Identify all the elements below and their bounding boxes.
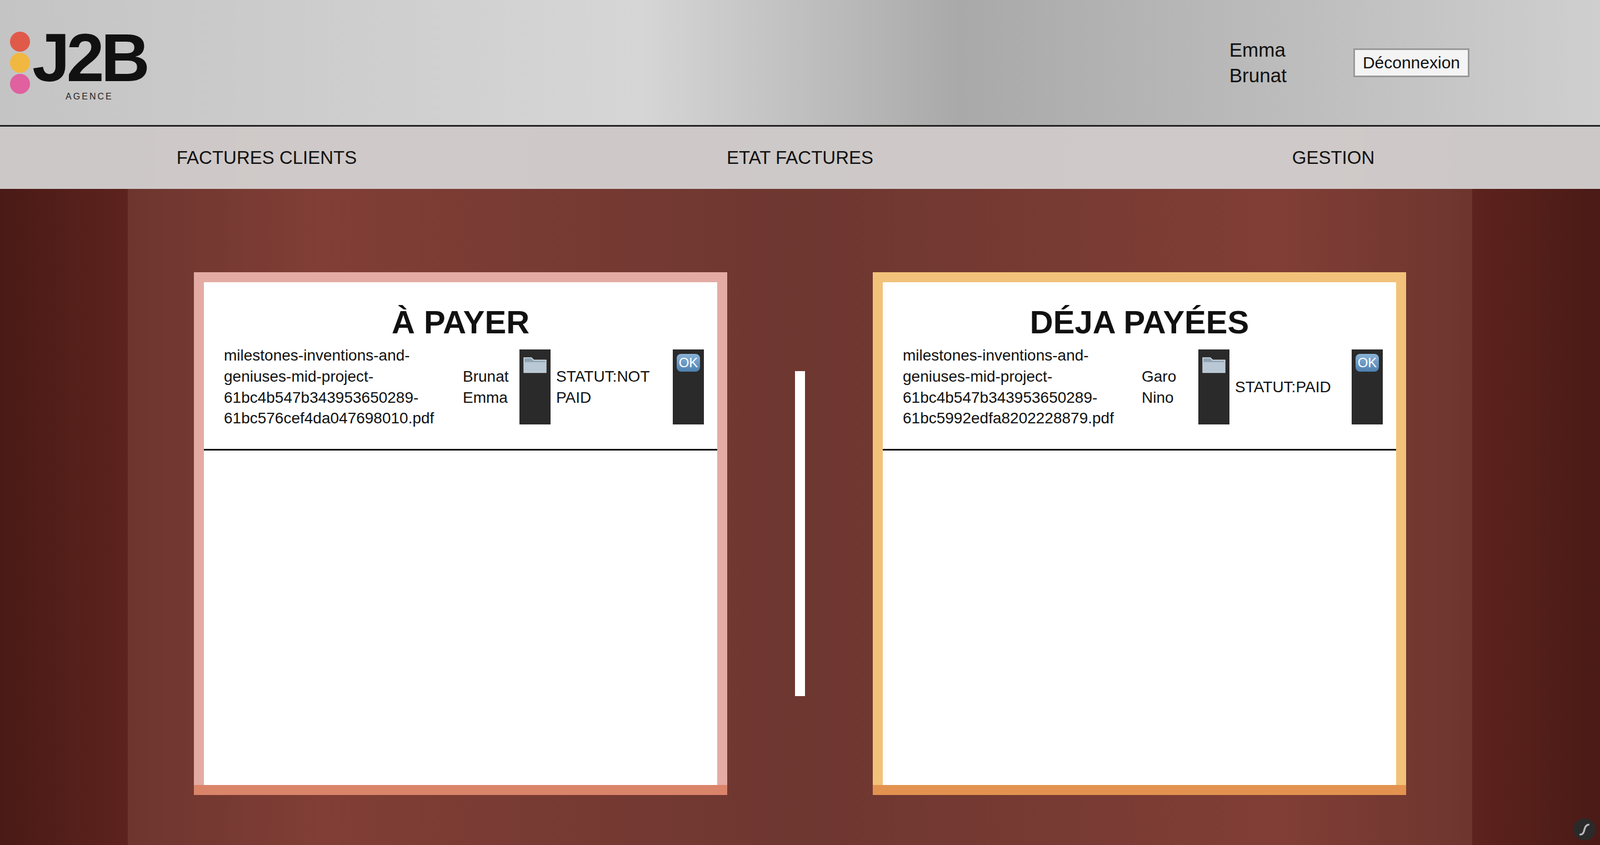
- nav-item[interactable]: GESTION: [1066, 147, 1600, 169]
- page: J2BAGENCE EmmaBrunat Déconnexion FACTURES C…: [0, 0, 1600, 845]
- logout-button[interactable]: Déconnexion: [1353, 48, 1470, 78]
- nav-item[interactable]: FACTURES CLIENTS: [0, 147, 534, 169]
- nav-item[interactable]: ETAT FACTURES: [533, 147, 1067, 169]
- invoice-row: milestones-inventions-and-geniuses-mid-p…: [203, 345, 718, 451]
- invoice-client: Garo Nino: [1141, 366, 1193, 409]
- invoice-status: STATUT:NOT PAID: [556, 366, 668, 409]
- invoice-card: À PAYERmilestones-inventions-and-geniuse…: [193, 272, 728, 795]
- open-folder-button[interactable]: [519, 349, 551, 425]
- header: J2BAGENCE EmmaBrunat Déconnexion: [0, 0, 1600, 127]
- folder-icon: [1201, 353, 1227, 374]
- open-folder-button[interactable]: [1198, 349, 1230, 425]
- card-title: DÉJA PAYÉES: [882, 282, 1397, 345]
- nav-bar: FACTURES CLIENTSETAT FACTURESGESTION: [0, 126, 1600, 189]
- invoice-file: milestones-inventions-and-geniuses-mid-p…: [902, 345, 1137, 429]
- logo-subtitle: AGENCE: [65, 91, 114, 102]
- card-title: À PAYER: [203, 282, 718, 345]
- ok-button[interactable]: OK: [1351, 349, 1383, 425]
- ok-badge: OK: [676, 353, 701, 372]
- content-panel: À PAYERmilestones-inventions-and-geniuse…: [127, 188, 1473, 845]
- invoice-status: STATUT:PAID: [1235, 376, 1347, 398]
- divider: [795, 371, 805, 697]
- user-name: EmmaBrunat: [1229, 37, 1287, 88]
- invoice-client: Brunat Emma: [462, 366, 514, 409]
- logo[interactable]: J2BAGENCE: [10, 23, 147, 102]
- invoice-file: milestones-inventions-and-geniuses-mid-p…: [223, 345, 458, 429]
- symfony-icon[interactable]: [1572, 817, 1597, 842]
- ok-badge: OK: [1355, 353, 1380, 372]
- folder-icon: [522, 353, 548, 374]
- ok-button[interactable]: OK: [672, 349, 704, 425]
- stage-background: À PAYERmilestones-inventions-and-geniuse…: [0, 188, 1600, 845]
- invoice-row: milestones-inventions-and-geniuses-mid-p…: [882, 345, 1397, 451]
- logo-dots-icon: [10, 31, 30, 94]
- invoice-card: DÉJA PAYÉESmilestones-inventions-and-gen…: [872, 272, 1407, 795]
- logo-text: J2B: [32, 23, 147, 92]
